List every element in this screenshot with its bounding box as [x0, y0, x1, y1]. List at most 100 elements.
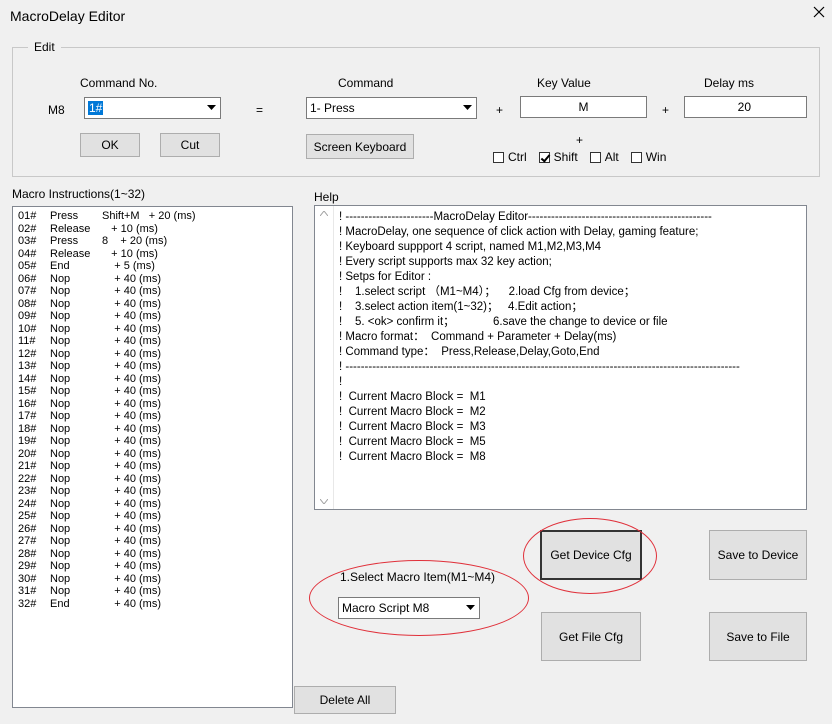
help-line: ! Current Macro Block = M2	[339, 406, 486, 418]
save-to-device-button[interactable]: Save to Device	[709, 530, 807, 580]
macro-instructions-list[interactable]: 01# Press Shift+M + 20 (ms) 02# Release + 10…	[12, 206, 293, 708]
list-item-command: Nop	[50, 285, 71, 297]
list-item[interactable]: 04# Release + 10 (ms)	[13, 248, 292, 261]
list-item-command: End	[50, 597, 70, 610]
scroll-up-icon[interactable]	[320, 211, 328, 216]
key-value-input[interactable]: M	[520, 96, 647, 118]
modifier-plus-sign: +	[576, 133, 584, 147]
macro-script-select[interactable]: Macro Script M8	[338, 597, 480, 619]
help-scrollbar[interactable]	[315, 206, 334, 509]
list-item[interactable]: 17# Nop + 40 (ms)	[13, 410, 292, 423]
list-item-command: Nop	[50, 497, 71, 510]
list-item[interactable]: 30# Nop + 40 (ms)	[13, 573, 292, 586]
list-item-detail: + 40 (ms)	[102, 485, 161, 497]
list-item[interactable]: 25# Nop + 40 (ms)	[13, 510, 292, 523]
list-item-detail: + 40 (ms)	[102, 447, 161, 460]
win-checkbox[interactable]	[630, 151, 642, 163]
chevron-down-icon[interactable]	[462, 599, 478, 617]
help-line: ! 3.select action item(1~32)； 4.Edit act…	[339, 301, 583, 313]
list-item-command: Press	[50, 235, 79, 247]
list-item[interactable]: 18# Nop + 40 (ms)	[13, 423, 292, 436]
list-item-index: 17#	[18, 410, 37, 422]
list-item[interactable]: 01# Press Shift+M + 20 (ms)	[13, 210, 292, 223]
list-item-detail: + 40 (ms)	[102, 597, 161, 610]
list-item[interactable]: 32# End + 40 (ms)	[13, 598, 292, 611]
list-item[interactable]: 08# Nop + 40 (ms)	[13, 298, 292, 311]
list-item-command: Nop	[50, 372, 71, 385]
scroll-down-icon[interactable]	[320, 499, 328, 504]
help-textbox[interactable]: ! -----------------------MacroDelay Edit…	[314, 205, 807, 510]
save-to-file-button[interactable]: Save to File	[709, 612, 807, 661]
list-item[interactable]: 19# Nop + 40 (ms)	[13, 435, 292, 448]
delete-all-button[interactable]: Delete All	[294, 686, 396, 714]
command-no-select[interactable]: 1#	[84, 97, 221, 119]
list-item-index: 29#	[18, 560, 37, 572]
help-label: Help	[314, 190, 339, 204]
list-item[interactable]: 13# Nop + 40 (ms)	[13, 360, 292, 373]
list-item-command: Nop	[50, 535, 71, 547]
get-file-cfg-button[interactable]: Get File Cfg	[541, 612, 641, 661]
list-item[interactable]: 22# Nop + 40 (ms)	[13, 473, 292, 486]
help-line: ! -----------------------MacroDelay Edit…	[339, 211, 712, 223]
list-item-index: 10#	[18, 322, 37, 335]
alt-checkbox[interactable]	[589, 151, 601, 163]
ok-button[interactable]: OK	[80, 133, 140, 157]
list-item-command: Nop	[50, 335, 71, 347]
list-item[interactable]: 23# Nop + 40 (ms)	[13, 485, 292, 498]
list-item[interactable]: 06# Nop + 40 (ms)	[13, 273, 292, 286]
list-item[interactable]: 11# Nop + 40 (ms)	[13, 335, 292, 348]
list-item-index: 12#	[18, 347, 37, 360]
list-item[interactable]: 27# Nop + 40 (ms)	[13, 535, 292, 548]
ctrl-checkbox[interactable]	[493, 151, 504, 163]
list-item[interactable]: 15# Nop + 40 (ms)	[13, 385, 292, 398]
list-item[interactable]: 26# Nop + 40 (ms)	[13, 523, 292, 536]
list-item-index: 15#	[18, 385, 37, 397]
list-item-command: Nop	[50, 560, 71, 572]
chevron-down-icon[interactable]	[203, 99, 219, 117]
help-line: !	[339, 376, 343, 388]
macro-row-label: M8	[48, 103, 65, 117]
shift-checkbox[interactable]	[538, 151, 550, 163]
help-line: ! Current Macro Block = M3	[339, 421, 486, 433]
cut-button[interactable]: Cut	[160, 133, 220, 157]
list-item[interactable]: 10# Nop + 40 (ms)	[13, 323, 292, 336]
list-item-index: 06#	[18, 272, 37, 285]
help-line: ! MacroDelay, one sequence of click acti…	[339, 226, 699, 238]
list-item[interactable]: 29# Nop + 40 (ms)	[13, 560, 292, 573]
equals-sign: =	[256, 103, 264, 117]
command-select[interactable]: 1- Press	[306, 97, 477, 119]
list-item[interactable]: 12# Nop + 40 (ms)	[13, 348, 292, 361]
macro-list-label: Macro Instructions(1~32)	[12, 187, 146, 201]
list-item[interactable]: 24# Nop + 40 (ms)	[13, 498, 292, 511]
screen-keyboard-button[interactable]: Screen Keyboard	[306, 134, 414, 159]
list-item[interactable]: 16# Nop + 40 (ms)	[13, 398, 292, 411]
list-item[interactable]: 28# Nop + 40 (ms)	[13, 548, 292, 561]
list-item-command: Nop	[50, 347, 71, 360]
delay-label: Delay ms	[704, 76, 755, 90]
get-device-cfg-button[interactable]: Get Device Cfg	[540, 530, 642, 580]
list-item[interactable]: 09# Nop + 40 (ms)	[13, 310, 292, 323]
list-item[interactable]: 03# Press 8 + 20 (ms)	[13, 235, 292, 248]
select-macro-label: 1.Select Macro Item(M1~M4)	[340, 570, 496, 584]
list-item[interactable]: 31# Nop + 40 (ms)	[13, 585, 292, 598]
edit-group-label: Edit	[28, 40, 61, 54]
list-item-command: Nop	[50, 385, 71, 397]
list-item[interactable]: 02# Release + 10 (ms)	[13, 223, 292, 236]
list-item-index: 11#	[18, 335, 36, 347]
delay-input[interactable]: 20	[684, 96, 807, 118]
list-item-detail: + 40 (ms)	[102, 335, 161, 347]
list-item-index: 01#	[18, 210, 37, 222]
list-item[interactable]: 20# Nop + 40 (ms)	[13, 448, 292, 461]
list-item-command: Nop	[50, 435, 71, 447]
list-item-index: 30#	[18, 572, 37, 585]
chevron-down-icon[interactable]	[459, 99, 475, 117]
list-item[interactable]: 05# End + 5 (ms)	[13, 260, 292, 273]
list-item-detail: + 40 (ms)	[102, 347, 161, 360]
list-item[interactable]: 07# Nop + 40 (ms)	[13, 285, 292, 298]
help-line: ! Macro format： Command + Parameter + De…	[339, 331, 617, 343]
list-item[interactable]: 14# Nop + 40 (ms)	[13, 373, 292, 386]
list-item[interactable]: 21# Nop + 40 (ms)	[13, 460, 292, 473]
close-icon[interactable]	[812, 5, 826, 23]
list-item-index: 22#	[18, 472, 37, 485]
list-item-detail: + 40 (ms)	[102, 497, 161, 510]
